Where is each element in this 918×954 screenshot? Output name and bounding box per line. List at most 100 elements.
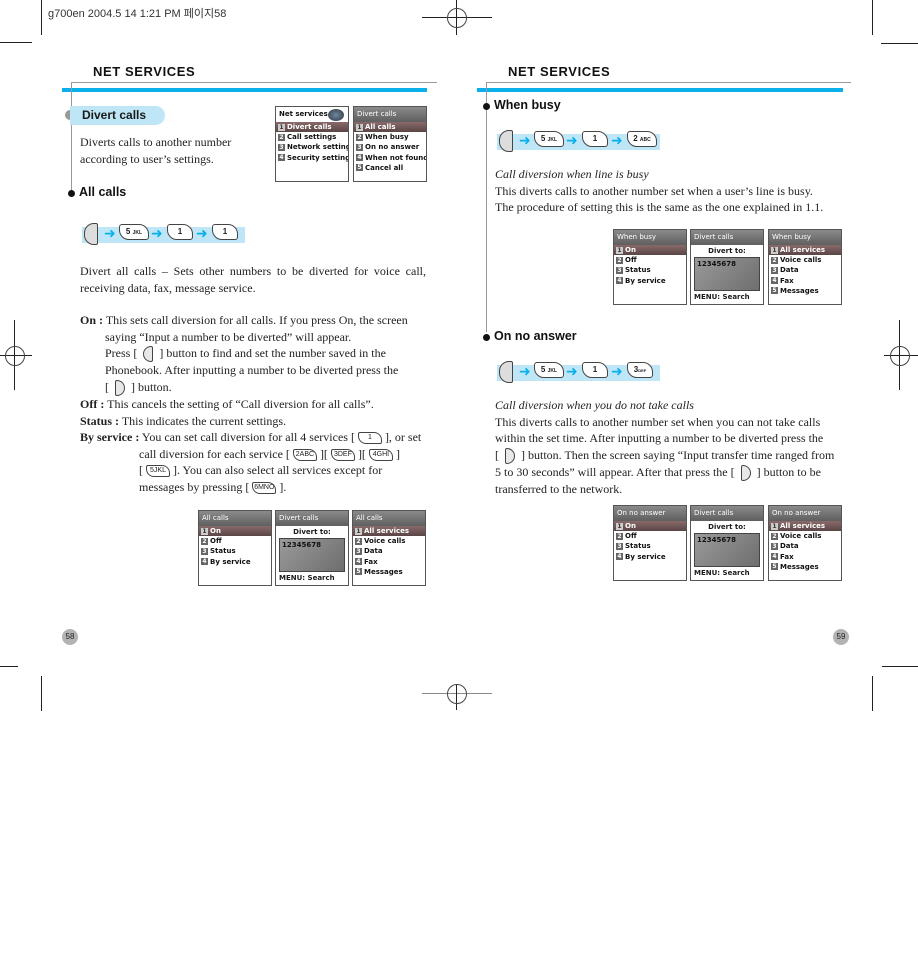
key-4-icon: 4GHI	[368, 448, 393, 461]
bullet-icon	[483, 103, 490, 110]
menu-item: 2 Voice calls	[353, 536, 425, 546]
menu-item-label: All services	[780, 246, 826, 254]
menu-item: 3 Data	[769, 541, 841, 551]
menu-item: 5 Cancel all	[354, 163, 426, 173]
key-6-icon: 6MNO	[252, 481, 277, 494]
prompt-label: Divert to:	[708, 523, 746, 531]
option-label: By service :	[80, 430, 140, 444]
crop-mark	[872, 0, 873, 35]
text-line: This diverts calls to another number set…	[495, 414, 821, 429]
menu-item-label: Status	[625, 266, 651, 275]
number-icon: 1	[616, 522, 623, 530]
text-line: By service : You can set call diversion …	[80, 429, 430, 446]
menu-item: 3 Network settings	[276, 142, 348, 152]
phone-screen-services: When busy 1 All services 2 Voice calls 3 Da…	[768, 229, 842, 305]
number-icon: 4	[771, 553, 778, 561]
key-sequence: ➜ 5 JKL ➜ 1 ➜ 3DEF	[497, 361, 660, 383]
text: ][	[357, 446, 366, 461]
text-line: transferred to the network.	[495, 482, 623, 496]
number-icon: 4	[616, 277, 623, 285]
prompt-label: Divert to:	[293, 528, 331, 536]
text-line: call diversion for each service [ 2ABC ]…	[80, 446, 430, 463]
key-5-icon: 5JKL	[146, 465, 170, 478]
menu-item-label: When not found	[365, 153, 427, 162]
menu-item: 2 Voice calls	[769, 531, 841, 541]
menu-item: 3 On no answer	[354, 142, 426, 152]
menu-item-label: Off	[625, 256, 637, 265]
menu-item: 3 Status	[614, 265, 686, 275]
menu-item-label: Data	[364, 547, 383, 556]
arrow-icon: ➜	[519, 364, 531, 380]
menu-item-label: All services	[780, 522, 826, 530]
number-field: 12345678	[279, 538, 345, 572]
text: [	[105, 379, 109, 394]
arrow-icon: ➜	[104, 226, 116, 242]
key-2-icon: 2ABC	[292, 448, 317, 461]
menu-item-label: On	[625, 522, 636, 530]
key-label: 5	[540, 134, 546, 143]
phone-screen-services: All calls 1 All services 2 Voice calls 3 Da…	[352, 510, 426, 586]
menu-item-label: Divert calls	[287, 123, 332, 131]
text-line: The procedure of setting this is the sam…	[495, 200, 824, 214]
menu-item-label: Status	[625, 542, 651, 551]
section-title: NET SERVICES	[508, 64, 611, 79]
key-label: 2	[633, 134, 638, 143]
text-line: messages by pressing [ 6MNO ].	[80, 479, 430, 496]
screen-title: On no answer	[614, 506, 686, 521]
arrow-icon: ➜	[566, 133, 578, 149]
text: ], or set	[384, 430, 422, 444]
arrow-icon: ➜	[196, 226, 208, 242]
arrow-icon: ➜	[611, 364, 623, 380]
crop-mark	[872, 676, 873, 711]
menu-item: 1 All services	[769, 521, 841, 532]
text: This sets call diversion for all calls. …	[105, 313, 408, 327]
number-icon: 1	[771, 522, 778, 530]
key-sublabel: JKL	[132, 230, 143, 236]
number-icon: 4	[355, 558, 362, 566]
menu-item: 2 Off	[614, 531, 686, 541]
menu-item: 4 Security settings	[276, 153, 348, 163]
menu-item: 1 All services	[353, 526, 425, 537]
menu-item-label: All calls	[365, 123, 396, 131]
menu-item: 1 Divert calls	[276, 122, 348, 133]
phone-screen-divert-to: Divert calls Divert to: 12345678 MENU: S…	[690, 229, 764, 305]
right-softkey-icon	[740, 465, 751, 481]
text: ] button to find and set the number save…	[159, 346, 386, 360]
menu-item-label: By service	[210, 557, 251, 566]
globe-icon	[328, 109, 344, 121]
prompt-label: Divert to:	[708, 247, 746, 255]
menu-item: 5 Messages	[353, 567, 425, 577]
menu-item-label: Security settings	[287, 153, 349, 162]
number-icon: 3	[278, 143, 285, 151]
screen-footer: MENU: Search	[694, 293, 750, 301]
arrow-icon: ➜	[611, 133, 623, 149]
screen-footer: MENU: Search	[694, 569, 750, 577]
phone-screen-when-busy: When busy 1 On 2 Off 3 Status 4 By service	[613, 229, 687, 305]
number-icon: 2	[771, 256, 778, 264]
number-icon: 1	[356, 123, 363, 131]
key-sublabel: JKL	[547, 368, 558, 374]
number-icon: 4	[771, 277, 778, 285]
menu-item: 3 Data	[769, 265, 841, 275]
menu-item: 3 Data	[353, 546, 425, 556]
number-icon: 2	[278, 133, 285, 141]
text-line: Phonebook. After inputting a number to b…	[105, 363, 399, 378]
menu-item-label: Fax	[780, 552, 794, 561]
number-icon: 2	[355, 537, 362, 545]
arrow-icon: ➜	[151, 226, 163, 242]
menu-key-icon	[499, 361, 513, 383]
number-icon: 5	[771, 287, 778, 295]
screen-footer: MENU: Search	[279, 574, 335, 582]
registration-mark	[447, 684, 467, 704]
number-icon: 3	[771, 266, 778, 274]
screen-title: All calls	[353, 511, 425, 526]
menu-item: 4 By service	[614, 552, 686, 562]
right-softkey-icon	[115, 380, 125, 396]
menu-item-label: By service	[625, 276, 666, 285]
menu-item-label: Messages	[780, 562, 819, 571]
number-icon: 2	[616, 256, 623, 264]
menu-item-label: On	[210, 527, 221, 535]
number-icon: 5	[356, 164, 363, 172]
divert-calls-description: Diverts calls to another number accordin…	[80, 134, 231, 167]
menu-item: 1 On	[614, 521, 686, 532]
